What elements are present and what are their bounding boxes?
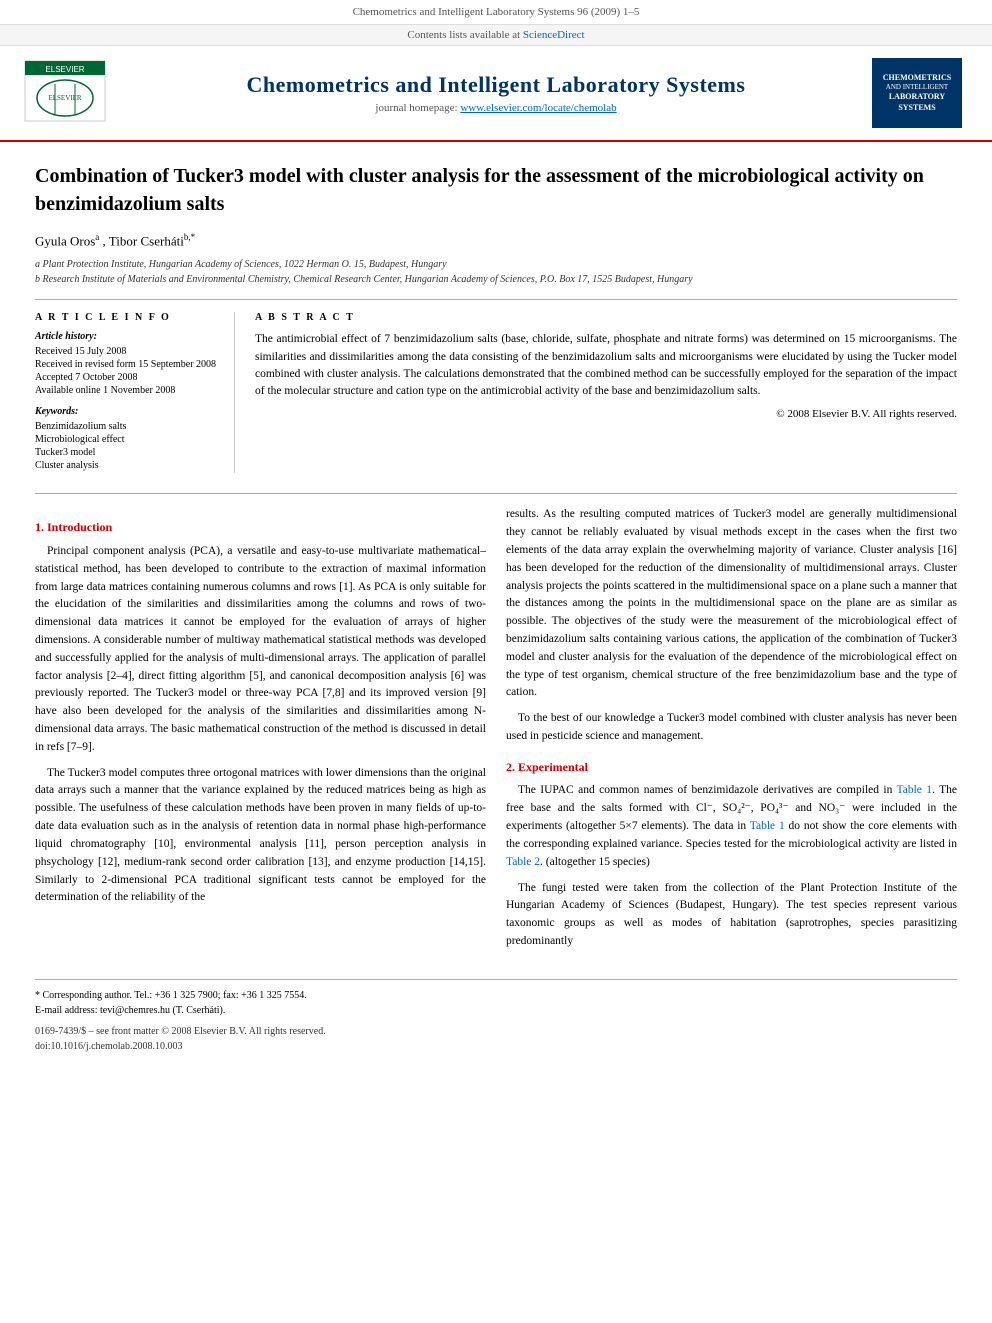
keyword-3: Tucker3 model bbox=[35, 447, 219, 458]
email-label: E-mail address: bbox=[35, 1005, 97, 1016]
svg-text:ELSEVIER: ELSEVIER bbox=[48, 94, 81, 102]
homepage-label: journal homepage: bbox=[375, 102, 457, 114]
article-info-heading: A R T I C L E I N F O bbox=[35, 312, 219, 323]
affiliations: a Plant Protection Institute, Hungarian … bbox=[35, 257, 957, 287]
intro-heading: 1. Introduction bbox=[35, 518, 486, 537]
footer-notes: * Corresponding author. Tel.: +36 1 325 … bbox=[35, 979, 957, 1054]
elsevier-logo: ELSEVIER ELSEVIER bbox=[20, 56, 110, 126]
affil-b: b,* bbox=[184, 232, 195, 242]
right-para4: The fungi tested were taken from the col… bbox=[506, 880, 957, 951]
table2-ref[interactable]: Table 2 bbox=[506, 856, 540, 868]
journal-homepage: journal homepage: www.elsevier.com/locat… bbox=[120, 102, 872, 114]
article-meta: A R T I C L E I N F O Article history: R… bbox=[35, 312, 957, 473]
right-column: results. As the resulting computed matri… bbox=[506, 506, 957, 958]
journal-name-container: Chemometrics and Intelligent Laboratory … bbox=[120, 72, 872, 114]
badge-line2: AND INTELLIGENT bbox=[886, 83, 948, 92]
copyright: © 2008 Elsevier B.V. All rights reserved… bbox=[255, 408, 957, 420]
main-content: Combination of Tucker3 model with cluste… bbox=[0, 142, 992, 1074]
author-separator: , Tibor Cserháti bbox=[103, 233, 184, 248]
keyword-1: Benzimidazolium salts bbox=[35, 421, 219, 432]
article-title: Combination of Tucker3 model with cluste… bbox=[35, 162, 957, 218]
right-para1: results. As the resulting computed matri… bbox=[506, 506, 957, 702]
divider-1 bbox=[35, 299, 957, 300]
right-para3: The IUPAC and common names of benzimidaz… bbox=[506, 782, 957, 871]
page: Chemometrics and Intelligent Laboratory … bbox=[0, 0, 992, 1323]
keyword-2: Microbiological effect bbox=[35, 434, 219, 445]
intro-para2: The Tucker3 model computes three ortogon… bbox=[35, 765, 486, 908]
keyword-4: Cluster analysis bbox=[35, 460, 219, 471]
right-para2: To the best of our knowledge a Tucker3 m… bbox=[506, 710, 957, 746]
volume-text: Chemometrics and Intelligent Laboratory … bbox=[353, 6, 640, 18]
abstract-text: The antimicrobial effect of 7 benzimidaz… bbox=[255, 331, 957, 400]
keywords-label: Keywords: bbox=[35, 406, 219, 417]
doi-text: doi:10.1016/j.chemolab.2008.10.003 bbox=[35, 1039, 957, 1054]
author-oros: Gyula Oros bbox=[35, 233, 95, 248]
elsevier-logo-container: ELSEVIER ELSEVIER bbox=[20, 56, 120, 130]
homepage-url[interactable]: www.elsevier.com/locate/chemolab bbox=[460, 102, 616, 114]
journal-volume-info: Chemometrics and Intelligent Laboratory … bbox=[0, 0, 992, 25]
affiliation-a: a Plant Protection Institute, Hungarian … bbox=[35, 257, 957, 272]
email-value: tevi@chemres.hu (T. Cserháti). bbox=[100, 1005, 225, 1016]
online-date: Available online 1 November 2008 bbox=[35, 385, 219, 396]
svg-text:ELSEVIER: ELSEVIER bbox=[45, 65, 84, 74]
chemometrics-badge: CHEMOMETRICS AND INTELLIGENT LABORATORY … bbox=[872, 58, 962, 128]
contents-bar: Contents lists available at ScienceDirec… bbox=[0, 25, 992, 46]
issn-text: 0169-7439/$ – see front matter © 2008 El… bbox=[35, 1024, 957, 1039]
abstract-section: A B S T R A C T The antimicrobial effect… bbox=[255, 312, 957, 473]
experimental-heading: 2. Experimental bbox=[506, 758, 957, 777]
table1-ref2[interactable]: Table 1 bbox=[750, 820, 785, 832]
left-column: 1. Introduction Principal component anal… bbox=[35, 506, 486, 958]
journal-header: ELSEVIER ELSEVIER Chemometrics and Intel… bbox=[0, 46, 992, 142]
issn-line: 0169-7439/$ – see front matter © 2008 El… bbox=[35, 1024, 957, 1054]
body-columns: 1. Introduction Principal component anal… bbox=[35, 506, 957, 958]
abstract-heading: A B S T R A C T bbox=[255, 312, 957, 323]
chemometrics-badge-container: CHEMOMETRICS AND INTELLIGENT LABORATORY … bbox=[872, 58, 972, 128]
article-info-section: A R T I C L E I N F O Article history: R… bbox=[35, 312, 235, 473]
table1-ref[interactable]: Table 1 bbox=[897, 784, 933, 796]
authors-line: Gyula Orosa , Tibor Cserhátib,* bbox=[35, 232, 957, 249]
accepted-date: Accepted 7 October 2008 bbox=[35, 372, 219, 383]
badge-line1: CHEMOMETRICS bbox=[883, 73, 951, 83]
badge-line4: SYSTEMS bbox=[898, 103, 935, 113]
affil-a: a bbox=[95, 232, 99, 242]
contents-text: Contents lists available at bbox=[407, 29, 520, 41]
email-note: E-mail address: tevi@chemres.hu (T. Cser… bbox=[35, 1003, 957, 1018]
journal-name: Chemometrics and Intelligent Laboratory … bbox=[120, 72, 872, 98]
revised-date: Received in revised form 15 September 20… bbox=[35, 359, 219, 370]
affiliation-b: b Research Institute of Materials and En… bbox=[35, 272, 957, 287]
divider-2 bbox=[35, 493, 957, 494]
history-label: Article history: bbox=[35, 331, 219, 342]
badge-line3: LABORATORY bbox=[889, 92, 945, 102]
received-date: Received 15 July 2008 bbox=[35, 346, 219, 357]
intro-para1: Principal component analysis (PCA), a ve… bbox=[35, 543, 486, 757]
sciencedirect-link[interactable]: ScienceDirect bbox=[523, 29, 585, 41]
corresponding-note: * Corresponding author. Tel.: +36 1 325 … bbox=[35, 988, 957, 1003]
